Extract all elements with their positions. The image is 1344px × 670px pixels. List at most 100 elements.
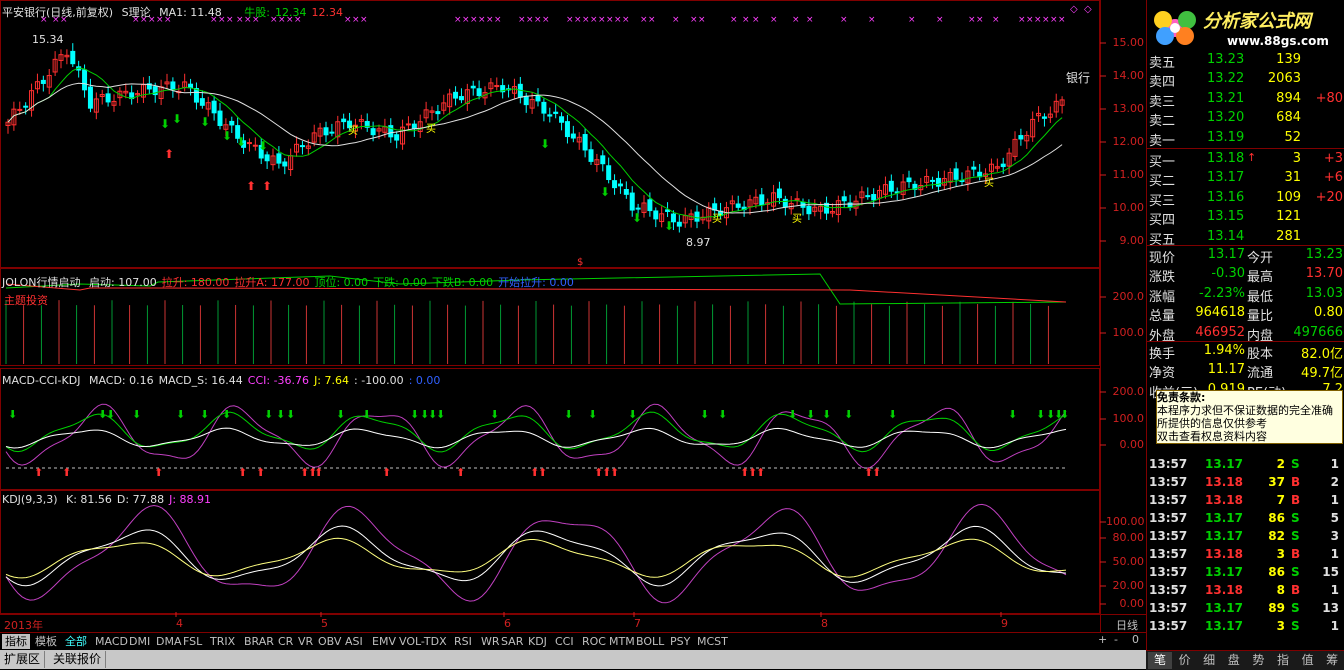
buy-level-row: 买二 13.17 31 +6 (1149, 169, 1344, 189)
down-arrow-icon: ⬇ (628, 408, 637, 421)
tick-price: 13.17 (1205, 529, 1243, 543)
down-arrow-icon: ⬇ (700, 408, 709, 421)
period-label[interactable]: 日线 (1116, 617, 1138, 633)
down-arrow-icon: ⬇ (176, 408, 185, 421)
candle-body (523, 95, 529, 106)
main-chart-header: 平安银行(日线,前复权) S理论 MA1: 11.48 牛股: 12.34 12.3… (2, 4, 348, 20)
up-arrow-icon: ⬆ (154, 466, 163, 479)
bottom-tab[interactable]: 关联报价 (49, 651, 107, 668)
indicator-tab[interactable]: 指标 (2, 634, 30, 649)
indicator-tab[interactable]: OBV (315, 634, 344, 649)
indicator-tab[interactable]: CR (275, 634, 296, 649)
macd-header: MACD-CCI-KDJ MACD: 0.16 MACD_S: 16.44 CCI:… (2, 374, 450, 387)
magenta-marker: × (648, 15, 656, 25)
candle-body (470, 85, 476, 89)
level-label: 卖一 (1149, 133, 1176, 149)
zoom-in-button[interactable]: + (1098, 633, 1107, 646)
quote-tab[interactable]: 笔 (1148, 652, 1172, 669)
tick-row: 13:57 13.17 86 S 5 (1149, 510, 1344, 529)
indicator-tab[interactable]: MCST (694, 634, 731, 649)
quote-tab[interactable]: 指 (1271, 652, 1295, 669)
stat-row: 总量 964618 量比 0.80 (1149, 304, 1344, 324)
magenta-marker: × (574, 15, 582, 25)
buy-level-row: 买四 13.15 121 (1149, 208, 1344, 228)
indicator-tab[interactable]: 模板 (32, 634, 60, 649)
quote-tab[interactable]: 细 (1197, 652, 1221, 669)
magenta-marker: × (518, 15, 526, 25)
jolon-header: JOLON行情启动 启动: 107.00 拉升: 180.00 拉升A: 177.0… (2, 274, 584, 290)
chart-canvas[interactable]: × × × × × × × × × × × × × × × × × × × × × × × × × × × × × × × × × × × × × × × ×… (0, 0, 1146, 632)
macd-field: : 0.00 (408, 374, 441, 387)
candle-body (776, 188, 782, 199)
stat-row: 换手 1.94% 股本 82.0亿 (1149, 342, 1344, 362)
indicator-tab[interactable]: CCI (552, 634, 577, 649)
stat-label: 涨跌 (1149, 270, 1176, 286)
candle-body (23, 105, 29, 108)
down-arrow-icon: ⬇ (844, 408, 853, 421)
indicator-tab[interactable]: KDJ (525, 634, 550, 649)
axis-tick-label: 100.0 (1112, 412, 1145, 425)
indicator-tab[interactable]: TRIX (207, 634, 238, 649)
tick-volume: 86 (1268, 565, 1285, 579)
down-arrow-icon: ⬇ (160, 117, 170, 131)
quote-tab[interactable]: 值 (1296, 652, 1320, 669)
indicator-tab[interactable]: RSI (451, 634, 475, 649)
zoom-out-button[interactable]: - (1114, 633, 1118, 646)
disclaimer-tooltip[interactable]: 免责条款: 本程序力求但不保证数据的完全准确 所提供的信息仅供参考 双击查看权息… (1156, 390, 1343, 444)
bottom-tab[interactable]: 扩展区 (0, 651, 46, 668)
indicator-tab[interactable]: VR (295, 634, 316, 649)
quote-tab[interactable]: 价 (1173, 652, 1197, 669)
indicator-tab[interactable]: FSL (180, 634, 205, 649)
low-price-label: 8.97 (686, 236, 711, 249)
candle-body (759, 194, 765, 206)
tick-price: 13.17 (1205, 601, 1243, 615)
candle-body (694, 211, 700, 222)
indicator-tab[interactable]: ROC (579, 634, 609, 649)
disclaimer-line: 双击查看权息资料内容 (1157, 430, 1267, 443)
magenta-marker: × (486, 15, 494, 25)
tick-time: 13:57 (1149, 601, 1188, 615)
level-volume: 684 (1276, 110, 1301, 126)
candle-body (906, 177, 912, 183)
diamond-icon-2[interactable]: ◇ (1084, 4, 1092, 15)
indicator-tab[interactable]: BRAR (241, 634, 277, 649)
candle-body (211, 100, 217, 114)
quote-tab[interactable]: 盘 (1222, 652, 1246, 669)
quote-tab[interactable]: 筹 (1320, 652, 1344, 669)
candle-body (188, 83, 194, 89)
zoom-reset-button[interactable]: 0 (1132, 633, 1139, 646)
indicator-tab[interactable]: SAR (498, 634, 526, 649)
magenta-marker: × (1050, 15, 1058, 25)
indicator-tab[interactable]: EMV (369, 634, 399, 649)
indicator-tab[interactable]: 全部 (62, 634, 90, 649)
tick-volume: 2 (1276, 457, 1285, 471)
macd-green-line (5, 411, 1067, 453)
indicator-tab[interactable]: DMI (126, 634, 153, 649)
disclaimer-line: 本程序力求但不保证数据的完全准确 (1157, 404, 1333, 417)
tick-row: 13:57 13.18 8 B 1 (1149, 582, 1344, 601)
indicator-tab[interactable]: VOL-TDX (396, 634, 450, 649)
indicator-tab[interactable]: PSY (667, 634, 693, 649)
stat-label: 今开 (1247, 251, 1274, 266)
level-change: +6 (1323, 170, 1343, 186)
candle-body (1000, 163, 1006, 168)
indicator-tab[interactable]: BOLL (633, 634, 667, 649)
sell-level-row: 卖五 13.23 139 (1149, 51, 1344, 71)
level-price: 13.23 (1207, 52, 1245, 67)
stat-label: 股本 (1247, 347, 1274, 362)
quote-tab[interactable]: 势 (1246, 652, 1270, 669)
tick-row: 13:57 13.18 7 B 1 (1149, 492, 1344, 511)
candle-body (582, 134, 588, 151)
candle-body (647, 199, 653, 212)
tick-side: B (1291, 493, 1301, 507)
magenta-marker: × (590, 15, 598, 25)
tick-row: 13:57 13.17 86 S 15 (1149, 564, 1344, 583)
candle-body (411, 123, 417, 130)
sector-tag: 银行 (1066, 71, 1091, 85)
magenta-marker: × (968, 15, 976, 25)
indicator-tab[interactable]: ASI (342, 634, 366, 649)
sell-level-row: 卖一 13.19 52 (1149, 129, 1344, 149)
down-arrow-icon: ⬇ (106, 408, 115, 421)
diamond-icon[interactable]: ◇ (1070, 4, 1078, 15)
magenta-marker: × (770, 15, 778, 25)
